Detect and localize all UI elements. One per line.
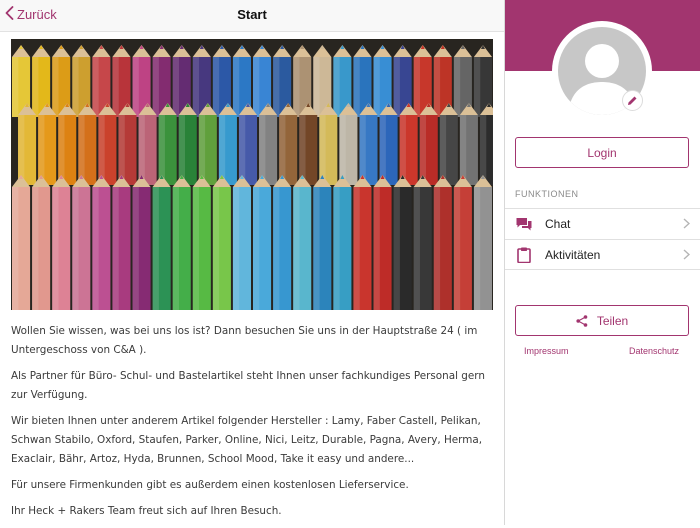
chevron-right-icon — [683, 216, 691, 232]
menu-item-chat[interactable]: Chat — [505, 208, 700, 239]
datenschutz-link[interactable]: Datenschutz — [629, 346, 679, 356]
page-title: Start — [237, 7, 267, 22]
menu-item-label: Aktivitäten — [545, 247, 601, 262]
sidebar: Login FUNKTIONEN Chat Aktivitäten Teilen… — [505, 0, 700, 525]
navigation-bar: Zurück Start — [0, 0, 504, 32]
paragraph-brands: Wir bieten Ihnen unter anderem Artikel f… — [11, 415, 483, 465]
chevron-right-icon — [683, 247, 691, 263]
menu-item-aktivitaeten[interactable]: Aktivitäten — [505, 239, 700, 270]
paragraph-delivery: Für unsere Firmenkunden gibt es außerdem… — [11, 479, 409, 491]
share-icon — [576, 314, 588, 327]
main-panel: Zurück Start Wollen Sie wissen, was bei … — [0, 0, 504, 525]
colored-pencils-photo — [11, 39, 493, 310]
clipboard-icon — [516, 247, 532, 263]
share-button[interactable]: Teilen — [515, 305, 689, 336]
pencil-icon — [628, 96, 637, 105]
paragraph-greeting: Ihr Heck + Rakers Team freut sich auf Ih… — [11, 505, 282, 517]
hero-image — [11, 39, 493, 310]
menu-item-label: Chat — [545, 217, 571, 231]
impressum-link[interactable]: Impressum — [524, 346, 569, 356]
login-button[interactable]: Login — [515, 137, 689, 168]
edit-avatar-button[interactable] — [622, 90, 643, 111]
section-label-funktionen: FUNKTIONEN — [515, 189, 579, 199]
paragraph-partner: Als Partner für Büro- Schul- und Bastela… — [11, 370, 485, 401]
paragraph-visit: Wollen Sie wissen, was bei uns los ist? … — [11, 325, 478, 356]
page-content: Wollen Sie wissen, was bei uns los ist? … — [11, 322, 495, 528]
chat-icon — [516, 216, 532, 232]
share-button-label: Teilen — [596, 313, 629, 328]
